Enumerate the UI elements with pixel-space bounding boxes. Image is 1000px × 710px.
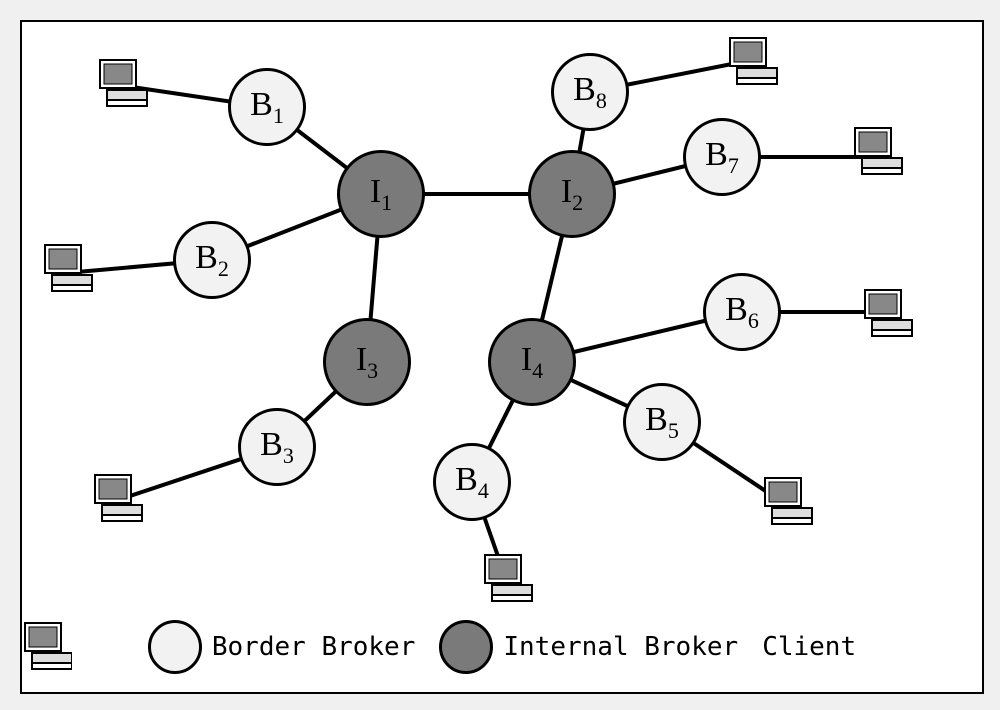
legend-label-border: Border Broker [212, 632, 416, 662]
internal-broker-icon [439, 620, 493, 674]
node-b7: B7 [683, 118, 761, 196]
client-icon-b2 [45, 245, 92, 291]
legend-label-internal: Internal Broker [503, 632, 738, 662]
client-icon-b4 [485, 555, 532, 601]
node-b8: B8 [551, 53, 629, 131]
legend-label-client: Client [762, 632, 856, 662]
node-b4: B4 [433, 443, 511, 521]
client-icon-b1 [100, 60, 147, 106]
node-label: B1 [250, 86, 284, 129]
node-label: B3 [260, 426, 294, 469]
client-icon-b5 [765, 478, 812, 524]
node-b6: B6 [703, 273, 781, 351]
legend-item-internal: Internal Broker [439, 620, 738, 674]
node-label: B4 [455, 461, 489, 504]
node-label: I1 [370, 173, 392, 216]
client-icon-b6 [865, 290, 912, 336]
node-label: I3 [356, 341, 378, 384]
diagram-canvas: I1 I2 I3 I4 B1 B2 B3 B4 B5 B6 B7 B8 Bord… [20, 20, 984, 694]
node-b3: B3 [238, 408, 316, 486]
client-icon-b8 [730, 38, 777, 84]
node-b1: B1 [228, 68, 306, 146]
border-broker-icon [148, 620, 202, 674]
legend-item-border: Border Broker [148, 620, 416, 674]
legend: Border Broker Internal Broker Client [22, 620, 982, 674]
node-label: I2 [561, 173, 583, 216]
node-i2: I2 [528, 150, 616, 238]
legend-item-client: Client [762, 632, 856, 662]
node-label: B6 [725, 291, 759, 334]
node-label: B5 [645, 401, 679, 444]
node-b5: B5 [623, 383, 701, 461]
client-icon [22, 620, 72, 670]
node-i3: I3 [323, 318, 411, 406]
node-b2: B2 [173, 221, 251, 299]
node-label: B2 [195, 239, 229, 282]
node-label: B8 [573, 71, 607, 114]
client-icon-b7 [855, 128, 902, 174]
client-icon-b3 [95, 475, 142, 521]
node-i1: I1 [337, 150, 425, 238]
node-label: B7 [705, 136, 739, 179]
node-i4: I4 [488, 318, 576, 406]
node-label: I4 [521, 341, 543, 384]
